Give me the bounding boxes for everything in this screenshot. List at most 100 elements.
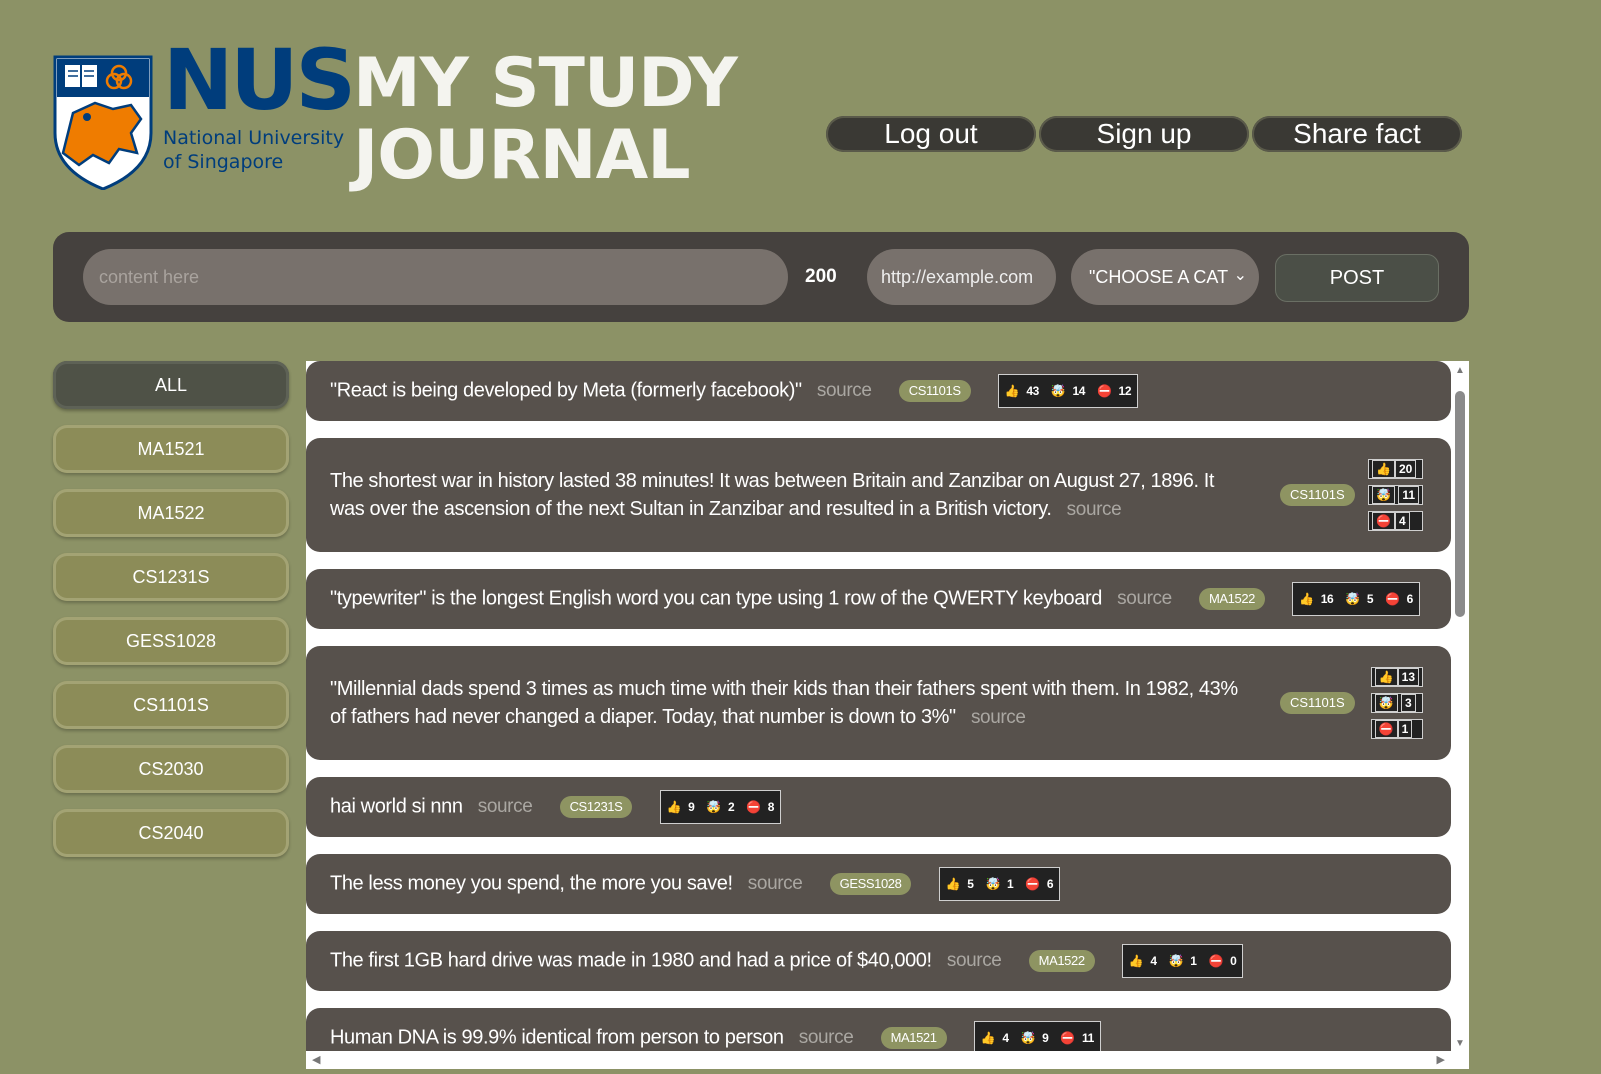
chevron-down-icon: ⌄ xyxy=(1233,267,1247,284)
source-link[interactable]: source xyxy=(1067,499,1122,520)
vote-buttons: 👍 4 🤯 1 ⛔ 0 xyxy=(1121,944,1244,978)
fact-item: The shortest war in history lasted 38 mi… xyxy=(306,438,1451,552)
fact-item: The first 1GB hard drive was made in 198… xyxy=(306,931,1451,991)
like-button[interactable]: 👍 4 xyxy=(975,1022,1015,1054)
horizontal-scrollbar[interactable]: ◀ ▶ xyxy=(306,1051,1469,1069)
category-cs2040-button[interactable]: CS2040 xyxy=(53,809,289,857)
category-gess1028-button[interactable]: GESS1028 xyxy=(53,617,289,665)
no-entry-icon: ⛔ xyxy=(1372,512,1395,530)
fact-text: "Millennial dads spend 3 times as much t… xyxy=(330,677,1238,728)
mind-blown-icon: 🤯 xyxy=(985,877,1001,891)
thumbs-up-icon: 👍 xyxy=(1372,460,1395,478)
source-link[interactable]: source xyxy=(971,707,1026,728)
category-select-value: "CHOOSE A CATEGORY" xyxy=(1089,266,1229,287)
thumbs-up-icon: 👍 xyxy=(1374,668,1398,686)
fact-text: "typewriter" is the longest English word… xyxy=(330,587,1102,610)
false-button[interactable]: ⛔ 1 xyxy=(1370,719,1423,739)
fact-item: The less money you spend, the more you s… xyxy=(306,854,1451,914)
category-tag: CS1101S xyxy=(1280,692,1355,714)
false-button[interactable]: ⛔ 8 xyxy=(740,791,780,823)
like-button[interactable]: 👍 13 xyxy=(1370,667,1423,687)
mind-blown-icon: 🤯 xyxy=(1372,486,1395,504)
mind-blown-icon: 🤯 xyxy=(1168,954,1184,968)
category-cs1231s-button[interactable]: CS1231S xyxy=(53,553,289,601)
mind-blown-icon: 🤯 xyxy=(706,800,721,814)
category-ma1521-button[interactable]: MA1521 xyxy=(53,425,289,473)
false-button[interactable]: ⛔ 11 xyxy=(1054,1022,1099,1054)
post-button[interactable]: POST xyxy=(1275,254,1439,302)
scroll-up-icon[interactable]: ▲ xyxy=(1455,365,1465,376)
category-all-button[interactable]: ALL xyxy=(53,361,289,409)
no-entry-icon: ⛔ xyxy=(1025,877,1040,891)
scroll-down-icon[interactable]: ▼ xyxy=(1455,1038,1465,1049)
mind-blown-button[interactable]: 🤯 1 xyxy=(979,868,1019,900)
facts-list-container: "React is being developed by Meta (forme… xyxy=(306,361,1469,1069)
scroll-right-icon[interactable]: ▶ xyxy=(1437,1053,1445,1066)
fact-item: hai world si nnn source CS1231S 👍 9 🤯 2 ⛔ 8 xyxy=(306,777,1451,837)
mind-blown-icon: 🤯 xyxy=(1020,1031,1036,1045)
fact-item: "typewriter" is the longest English word… xyxy=(306,569,1451,629)
category-cs1101s-button[interactable]: CS1101S xyxy=(53,681,289,729)
fact-item: "React is being developed by Meta (forme… xyxy=(306,361,1451,421)
category-tag: MA1522 xyxy=(1028,950,1095,972)
category-tag: MA1522 xyxy=(1198,588,1266,610)
source-link[interactable]: source xyxy=(817,380,872,401)
mind-blown-button[interactable]: 🤯 3 xyxy=(1370,693,1423,713)
false-button[interactable]: ⛔ 4 xyxy=(1368,511,1423,531)
nus-crest-icon xyxy=(53,55,153,190)
nus-wordmark: NUS National University of Singapore xyxy=(163,31,356,174)
fact-text: The first 1GB hard drive was made in 198… xyxy=(330,949,932,972)
category-ma1522-button[interactable]: MA1522 xyxy=(53,489,289,537)
logout-button[interactable]: Log out xyxy=(826,116,1036,152)
mind-blown-button[interactable]: 🤯 5 xyxy=(1339,583,1379,615)
thumbs-up-icon: 👍 xyxy=(666,800,682,814)
fact-text: "React is being developed by Meta (forme… xyxy=(330,379,802,402)
vote-buttons: 👍 5 🤯 1 ⛔ 6 xyxy=(938,867,1061,901)
no-entry-icon: ⛔ xyxy=(746,800,761,814)
content-input[interactable] xyxy=(83,249,788,305)
false-button[interactable]: ⛔ 0 xyxy=(1203,945,1243,977)
category-sidebar: ALL MA1521 MA1522 CS1231S GESS1028 CS110… xyxy=(53,361,289,873)
false-button[interactable]: ⛔ 6 xyxy=(1379,583,1419,615)
like-button[interactable]: 👍 16 xyxy=(1293,583,1339,615)
source-link[interactable]: source xyxy=(947,950,1002,971)
scroll-thumb[interactable] xyxy=(1455,391,1465,617)
source-link[interactable]: source xyxy=(478,796,533,817)
signup-button[interactable]: Sign up xyxy=(1039,116,1249,152)
source-link[interactable]: source xyxy=(799,1027,854,1048)
mind-blown-button[interactable]: 🤯 11 xyxy=(1368,485,1423,505)
like-button[interactable]: 👍 4 xyxy=(1123,945,1163,977)
false-button[interactable]: ⛔ 12 xyxy=(1091,375,1137,407)
app-title: MY STUDY JOURNAL xyxy=(353,44,738,192)
share-fact-button[interactable]: Share fact xyxy=(1252,116,1462,152)
source-link[interactable]: source xyxy=(748,873,803,894)
category-tag: CS1101S xyxy=(898,380,971,402)
mind-blown-button[interactable]: 🤯 9 xyxy=(1015,1022,1055,1054)
source-link[interactable]: source xyxy=(1117,588,1172,609)
mind-blown-button[interactable]: 🤯 2 xyxy=(700,791,740,823)
vote-buttons: 👍 43 🤯 14 ⛔ 12 xyxy=(997,374,1139,408)
mind-blown-icon: 🤯 xyxy=(1374,694,1398,712)
nus-subtitle-2: of Singapore xyxy=(163,151,284,173)
mind-blown-button[interactable]: 🤯 14 xyxy=(1045,375,1091,407)
mind-blown-button[interactable]: 🤯 1 xyxy=(1163,945,1203,977)
app-title-line-1: MY STUDY xyxy=(353,44,738,123)
scroll-left-icon[interactable]: ◀ xyxy=(312,1053,320,1066)
thumbs-up-icon: 👍 xyxy=(1004,384,1020,398)
vote-buttons: 👍 16 🤯 5 ⛔ 6 xyxy=(1292,582,1420,616)
false-button[interactable]: ⛔ 6 xyxy=(1019,868,1059,900)
fact-form: 200 "CHOOSE A CATEGORY" ⌄ POST xyxy=(53,232,1469,322)
no-entry-icon: ⛔ xyxy=(1385,592,1400,606)
like-button[interactable]: 👍 43 xyxy=(999,375,1045,407)
like-button[interactable]: 👍 20 xyxy=(1368,459,1423,479)
like-button[interactable]: 👍 5 xyxy=(940,868,980,900)
source-url-input[interactable] xyxy=(867,249,1056,305)
nus-logo-text: NUS xyxy=(163,31,356,129)
mind-blown-icon: 🤯 xyxy=(1050,384,1066,398)
top-nav: Log out Sign up Share fact xyxy=(826,116,1462,152)
category-cs2030-button[interactable]: CS2030 xyxy=(53,745,289,793)
vote-buttons: 👍 20 🤯 11 ⛔ 4 xyxy=(1368,459,1423,531)
like-button[interactable]: 👍 9 xyxy=(661,791,701,823)
vertical-scrollbar[interactable]: ▲ ▼ xyxy=(1451,361,1469,1051)
category-select[interactable]: "CHOOSE A CATEGORY" ⌄ xyxy=(1071,249,1259,305)
